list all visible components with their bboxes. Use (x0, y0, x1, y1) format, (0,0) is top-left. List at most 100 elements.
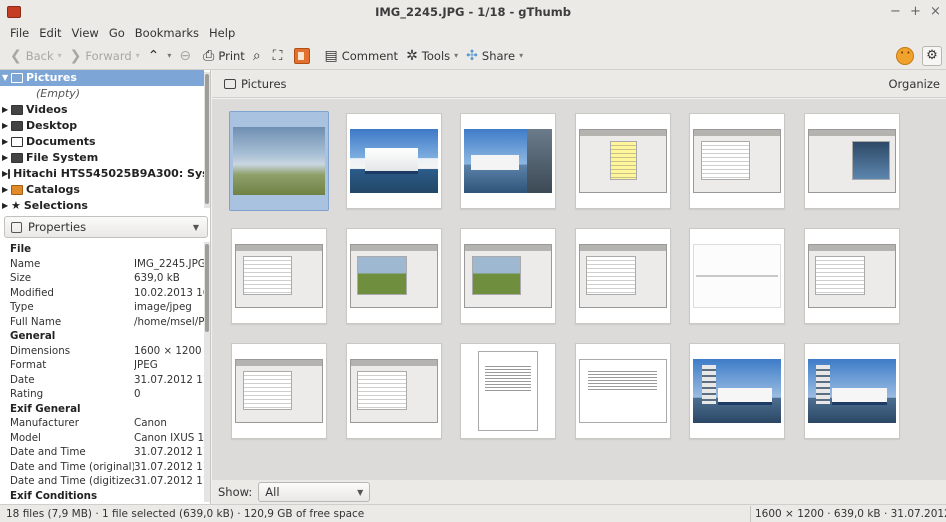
tree-item-desktop[interactable]: ▶ Desktop (0, 118, 204, 134)
expander-closed-icon[interactable]: ▶ (2, 134, 11, 150)
thumbnail-image (693, 244, 781, 308)
forward-button[interactable]: ❯ Forward ▾ (66, 44, 144, 68)
tools-label: Tools (421, 48, 451, 63)
comment-button[interactable]: ▤ Comment (320, 44, 402, 68)
menu-file[interactable]: File (0, 26, 34, 40)
thumbnail-item[interactable] (458, 226, 558, 326)
thumbnail-item[interactable] (229, 111, 329, 211)
thumbnail-image (464, 244, 552, 308)
thumbnail-item[interactable] (229, 226, 329, 326)
print-button[interactable]: ⎙ Print (199, 44, 249, 68)
menu-edit[interactable]: Edit (34, 26, 66, 40)
thumbnail-item[interactable] (687, 226, 787, 326)
thumbnail-image (807, 129, 896, 193)
stop-button[interactable]: ⊖ (175, 44, 199, 68)
thumbnail-grid[interactable] (212, 99, 946, 480)
tree-item-pictures[interactable]: ▼ Pictures (0, 70, 204, 86)
fullscreen-button[interactable]: ⛶ (269, 44, 291, 68)
prop-row: Name IMG_2245.JPG (0, 257, 206, 272)
tree-item-label: Videos (26, 103, 68, 116)
prop-key: Manufacturer (10, 417, 79, 429)
properties-scrollbar-thumb[interactable] (205, 244, 209, 332)
thumbnail-image (478, 351, 538, 431)
title-bar: IMG_2245.JPG - 1/18 - gThumb − + × (0, 0, 946, 24)
gthumb-app-icon[interactable] (7, 6, 21, 18)
viewer-mode-button[interactable] (290, 44, 314, 68)
tools-button[interactable]: ✲ Tools ▾ (402, 44, 462, 68)
organize-button[interactable]: Organize (888, 77, 940, 91)
thumbnail-image (235, 244, 323, 308)
close-button[interactable]: × (930, 4, 941, 19)
maximize-button[interactable]: + (910, 4, 921, 19)
up-button[interactable]: ⌃ ▾ (144, 44, 176, 68)
emblem-icon[interactable] (896, 46, 914, 65)
thumbnail-frame (574, 228, 671, 324)
chevron-down-icon: ▾ (454, 51, 459, 60)
menu-go[interactable]: Go (104, 26, 130, 40)
tree-item-videos[interactable]: ▶ Videos (0, 102, 204, 118)
expander-closed-icon[interactable]: ▶ (2, 182, 11, 198)
thumbnail-item[interactable] (687, 111, 787, 211)
chevron-down-icon: ▾ (135, 51, 140, 60)
prop-row: Rating 0 (0, 387, 206, 402)
tree-scrollbar-thumb[interactable] (205, 74, 209, 204)
thumbnail-image (464, 129, 552, 193)
thumbnail-item[interactable] (458, 341, 558, 441)
thumbnail-frame (460, 113, 556, 209)
location-label[interactable]: Pictures (241, 77, 287, 91)
thumbnail-image (233, 127, 325, 195)
thumbnail-item[interactable] (573, 111, 673, 211)
menu-bookmarks[interactable]: Bookmarks (130, 26, 204, 40)
stop-icon: ⊖ (179, 47, 192, 64)
prop-key: Rating (10, 388, 44, 400)
preferences-button[interactable]: ⚙ (922, 45, 942, 66)
prop-key: Type (10, 301, 34, 313)
thumbnail-item[interactable] (573, 341, 673, 441)
thumbnail-item[interactable] (802, 226, 902, 326)
thumbnail-item[interactable] (687, 341, 787, 441)
thumbnail-item[interactable] (344, 341, 444, 441)
thumbnail-image (578, 359, 667, 423)
expander-closed-icon[interactable]: ▶ (2, 102, 11, 118)
expander-closed-icon[interactable]: ▶ (2, 198, 11, 210)
thumbnail-item[interactable] (458, 111, 558, 211)
thumbnail-item[interactable] (573, 226, 673, 326)
share-button[interactable]: ✣ Share ▾ (462, 44, 527, 68)
expander-closed-icon[interactable]: ▶ (2, 118, 11, 134)
search-button[interactable]: ⌕ (249, 44, 269, 68)
image-viewer-icon (294, 47, 311, 64)
tree-item-catalogs[interactable]: ▶ Catalogs (0, 182, 204, 198)
thumbnail-frame (460, 228, 556, 324)
expander-closed-icon[interactable]: ▶ (2, 150, 11, 166)
sidebar-panel-selector[interactable]: Properties ▼ (4, 216, 208, 238)
thumbnail-item[interactable] (344, 111, 444, 211)
fullscreen-icon: ⛶ (272, 47, 283, 64)
back-button[interactable]: ❮ Back ▾ (6, 44, 66, 68)
expander-open-icon[interactable]: ▼ (2, 70, 11, 86)
star-icon: ★ (11, 199, 21, 210)
filter-dropdown[interactable]: All ▼ (258, 482, 371, 502)
tree-item-file-system[interactable]: ▶ File System (0, 150, 204, 166)
thumbnail-item[interactable] (344, 226, 444, 326)
minimize-button[interactable]: − (890, 4, 901, 19)
menu-help[interactable]: Help (204, 26, 240, 40)
thumbnail-item[interactable] (802, 341, 902, 441)
tree-item-selections[interactable]: ▶ ★ Selections (0, 198, 204, 210)
prop-row: Date and Time 31.07.2012 11:4 (0, 445, 206, 460)
window-controls: − + × (890, 4, 941, 19)
tree-scrollbar[interactable] (204, 72, 210, 208)
tree-item-label: Hitachi HTS545025B9A300: Syste... (13, 167, 204, 180)
thumbnail-frame (803, 228, 900, 324)
desktop-folder-icon (11, 121, 23, 131)
tree-item-hitachi-drive[interactable]: ▶ Hitachi HTS545025B9A300: Syste... (0, 166, 204, 182)
file-system-icon (11, 153, 23, 163)
prop-row: Date and Time (digitized)31.07.2012 11:4 (0, 474, 206, 489)
thumbnail-item[interactable] (229, 341, 329, 441)
prop-key: Format (10, 359, 47, 371)
menu-view[interactable]: View (67, 26, 104, 40)
prop-key: Full Name (10, 315, 62, 328)
properties-scrollbar[interactable] (204, 242, 210, 502)
thumbnail-item[interactable] (802, 111, 902, 211)
documents-folder-icon (11, 137, 23, 147)
tree-item-documents[interactable]: ▶ Documents (0, 134, 204, 150)
